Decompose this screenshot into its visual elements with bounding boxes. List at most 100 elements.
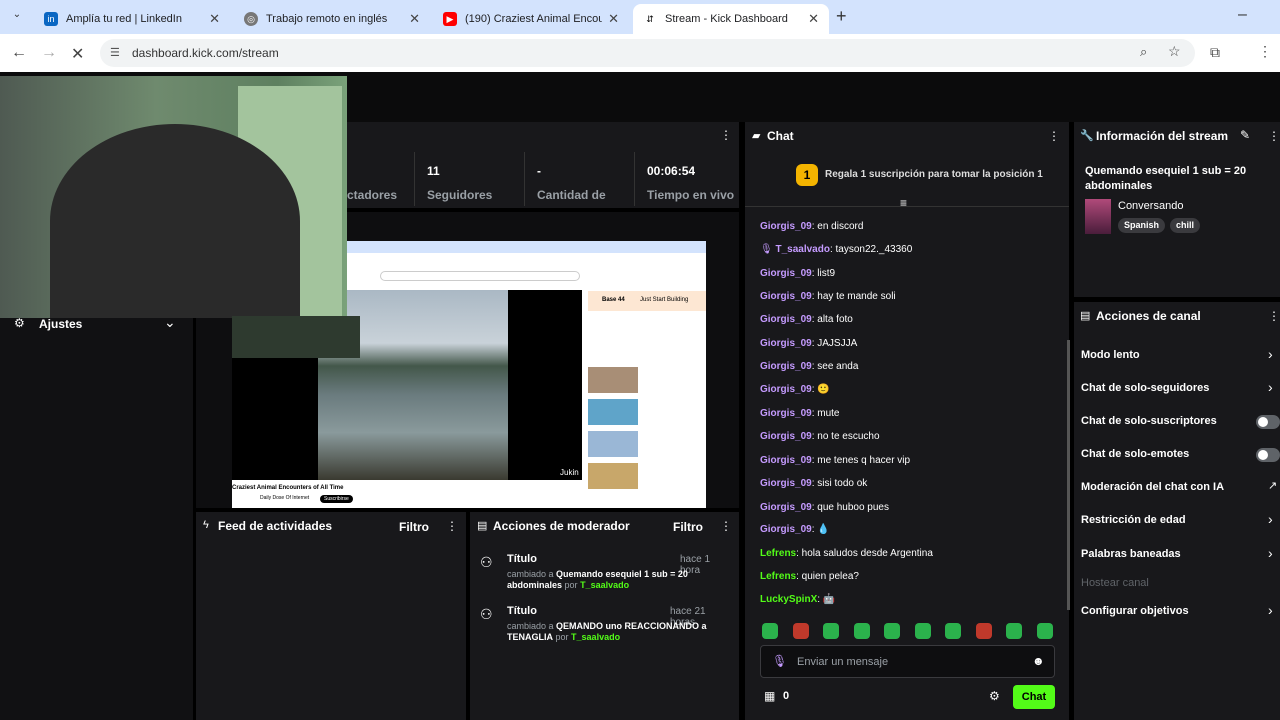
chat-username[interactable]: Giorgis_09 (760, 338, 812, 349)
chevron-right-icon[interactable]: › (1268, 379, 1273, 395)
close-tab-icon[interactable]: ✕ (808, 11, 819, 27)
pinned-chevron-icon[interactable]: ≡ (900, 196, 907, 210)
stop-loading-button[interactable]: ✕ (71, 44, 84, 64)
chat-message: Giorgis_09: mute (760, 408, 840, 419)
chat-username[interactable]: Giorgis_09 (760, 431, 812, 442)
chat-username[interactable]: Lefrens (760, 548, 796, 559)
zoom-icon[interactable]: ⌕ (1140, 44, 1147, 60)
mod-action-user[interactable]: T_saalvado (580, 580, 629, 590)
chat-settings-icon[interactable]: ⚙ (989, 689, 1000, 703)
chat-username[interactable]: Giorgis_09 (760, 502, 812, 513)
action-ai-moderation[interactable]: Moderación del chat con IA (1081, 481, 1224, 493)
send-chat-button[interactable]: Chat (1013, 685, 1055, 709)
emote-button[interactable] (884, 623, 900, 639)
emote-button[interactable] (945, 623, 961, 639)
stream-info-menu-icon[interactable]: ⋮ (1268, 129, 1280, 143)
chat-username[interactable]: Giorgis_09 (760, 384, 812, 395)
back-button[interactable]: ← (11, 44, 27, 62)
emote-button[interactable] (915, 623, 931, 639)
chat-bubble-icon: ▰ (752, 130, 761, 142)
chat-username[interactable]: Lefrens (760, 571, 796, 582)
emoji-picker-icon[interactable]: ☻ (1032, 654, 1045, 668)
mic-icon[interactable]: 🎙 (772, 654, 787, 668)
chat-message: Giorgis_09: JAJSJJA (760, 338, 857, 349)
bookmark-star-icon[interactable]: ☆ (1168, 43, 1181, 60)
chat-username[interactable]: Giorgis_09 (760, 408, 812, 419)
tab-search-button[interactable]: ⌄ (8, 9, 26, 25)
mod-action-by: por (555, 632, 569, 642)
activity-feed-filter[interactable]: Filtro (399, 520, 429, 534)
extensions-icon[interactable]: ⧉ (1210, 44, 1220, 61)
new-tab-button[interactable]: + (836, 6, 847, 27)
close-tab-icon[interactable]: ✕ (608, 11, 619, 27)
emote-button[interactable] (976, 623, 992, 639)
chat-text: : (811, 524, 815, 535)
forward-button[interactable]: → (41, 44, 57, 62)
action-banned-words[interactable]: Palabras baneadas (1081, 548, 1181, 560)
chat-input[interactable]: 🎙 Enviar un mensaje ☻ (760, 645, 1055, 678)
emote-button[interactable] (1006, 623, 1022, 639)
chevron-right-icon[interactable]: › (1268, 602, 1273, 618)
chat-username[interactable]: Giorgis_09 (760, 524, 812, 535)
chat-username[interactable]: Giorgis_09 (760, 478, 812, 489)
chevron-right-icon[interactable]: › (1268, 511, 1273, 527)
chat-username[interactable]: Giorgis_09 (760, 268, 812, 279)
tab-kick-dashboard[interactable]: ⇵ Stream - Kick Dashboard ✕ (633, 4, 829, 34)
preview-thumbnail (588, 399, 638, 425)
chat-username[interactable]: Giorgis_09 (760, 455, 812, 466)
emote-button[interactable] (793, 623, 809, 639)
site-info-icon[interactable]: ☰ (110, 46, 120, 59)
action-slow-mode[interactable]: Modo lento (1081, 349, 1140, 361)
chat-username[interactable]: LuckySpinX (760, 594, 817, 605)
chat-username[interactable]: Giorgis_09 (760, 314, 812, 325)
chat-username[interactable]: Giorgis_09 (760, 291, 812, 302)
url-field[interactable]: ☰ dashboard.kick.com/stream ⌕ ☆ (100, 39, 1195, 67)
external-link-icon[interactable]: ↗ (1268, 479, 1277, 492)
sub-promo-text[interactable]: Regala 1 suscripción para tomar la posic… (825, 169, 1043, 180)
mod-action-title: Título (507, 605, 537, 617)
action-configure-goals[interactable]: Configurar objetivos (1081, 605, 1189, 617)
store-icon[interactable]: ▦ (764, 689, 775, 703)
tab-remote-work[interactable]: ◎ Trabajo remoto en inglés ✕ (234, 4, 430, 34)
mod-action-prefix: cambiado a (507, 569, 554, 579)
channel-actions-title: Acciones de canal (1096, 309, 1201, 323)
moderator-actions-menu-icon[interactable]: ⋮ (720, 519, 732, 533)
subscribers-only-toggle[interactable] (1256, 415, 1280, 429)
chevron-right-icon[interactable]: › (1268, 346, 1273, 362)
chat-username[interactable]: T_saalvado (775, 244, 829, 255)
edit-pencil-icon[interactable]: ✎ (1240, 128, 1250, 142)
tab-youtube[interactable]: ▶ (190) Craziest Animal Encounte ✕ (433, 4, 629, 34)
emote-button[interactable] (823, 623, 839, 639)
action-age-restriction[interactable]: Restricción de edad (1081, 514, 1186, 526)
preview-thumbnail (588, 367, 638, 393)
menu-icon[interactable]: ⋮ (1258, 43, 1272, 60)
sidebar-item-settings[interactable]: ⚙ Ajustes ⌄ (14, 314, 180, 332)
chat-message: LuckySpinX: 🤖 (760, 594, 835, 605)
chat-message: Giorgis_09: see anda (760, 361, 858, 372)
chevron-right-icon[interactable]: › (1268, 545, 1273, 561)
emote-button[interactable] (854, 623, 870, 639)
chat-username[interactable]: Giorgis_09 (760, 221, 812, 232)
chat-scrollbar[interactable] (1067, 340, 1070, 610)
action-followers-only[interactable]: Chat de solo-seguidores (1081, 382, 1209, 394)
moderator-actions-filter[interactable]: Filtro (673, 520, 703, 534)
emotes-only-toggle[interactable] (1256, 448, 1280, 462)
channel-actions-panel (1074, 302, 1280, 720)
bolt-icon: ϟ (203, 519, 209, 531)
stats-menu-icon[interactable]: ⋮ (720, 128, 732, 142)
tab-linkedin[interactable]: in Amplía tu red | LinkedIn ✕ (34, 4, 230, 34)
mod-action-user[interactable]: T_saalvado (571, 632, 620, 642)
chat-message: Giorgis_09: en discord (760, 221, 863, 232)
minimize-button[interactable]: – (1238, 6, 1247, 24)
emote-button[interactable] (762, 623, 778, 639)
close-tab-icon[interactable]: ✕ (209, 11, 220, 27)
chat-text: : hay te mande soli (811, 291, 896, 302)
close-tab-icon[interactable]: ✕ (409, 11, 420, 27)
activity-feed-menu-icon[interactable]: ⋮ (446, 519, 458, 533)
category-name[interactable]: Conversando (1118, 200, 1183, 212)
chat-username[interactable]: Giorgis_09 (760, 361, 812, 372)
emote-button[interactable] (1037, 623, 1053, 639)
chat-message: Giorgis_09: hay te mande soli (760, 291, 896, 302)
channel-actions-menu-icon[interactable]: ⋮ (1268, 309, 1280, 323)
chat-menu-icon[interactable]: ⋮ (1048, 129, 1060, 143)
